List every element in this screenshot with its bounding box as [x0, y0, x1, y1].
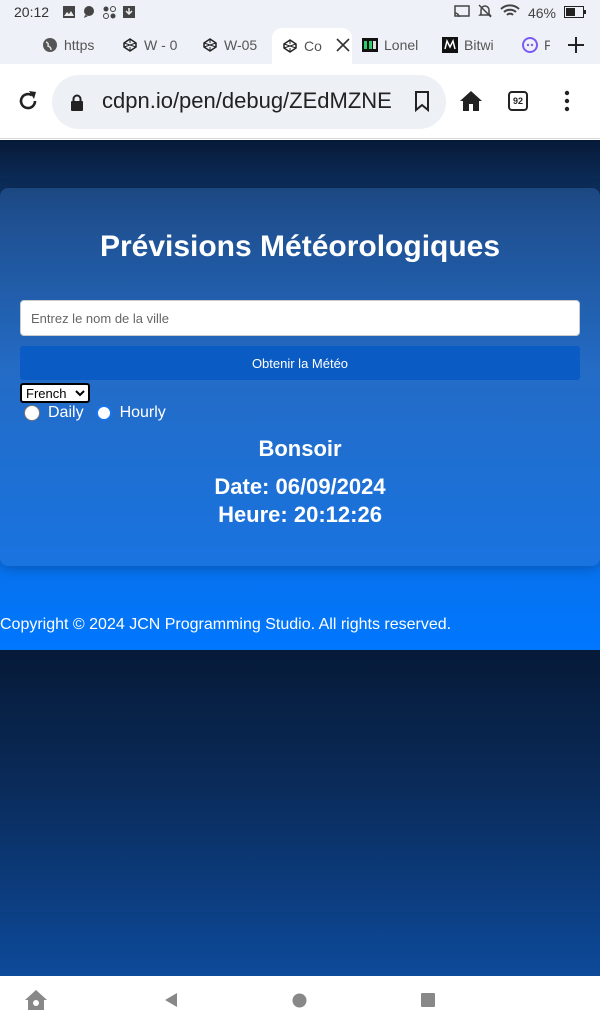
close-tab-icon[interactable]	[336, 38, 352, 54]
codepen-icon	[202, 37, 218, 53]
daily-radio[interactable]	[24, 405, 40, 421]
battery-icon	[564, 5, 586, 21]
tab-3[interactable]: W-05	[202, 30, 258, 60]
tab-label: Bitwi	[464, 37, 494, 53]
weather-card: Prévisions Météorologiques Obtenir la Mé…	[0, 188, 600, 566]
back-icon[interactable]	[163, 992, 179, 1013]
page-title: Prévisions Météorologiques	[99, 230, 501, 263]
hourly-radio[interactable]	[95, 405, 112, 421]
home-icon[interactable]	[459, 90, 483, 112]
tab-7[interactable]: F	[522, 30, 550, 60]
globe-icon	[42, 37, 58, 53]
system-status: 46%	[454, 4, 586, 21]
more-menu-icon[interactable]	[563, 90, 571, 112]
bookmark-icon[interactable]	[414, 90, 430, 113]
greeting-text: Bonsoir	[258, 436, 342, 461]
notion-icon	[362, 37, 378, 53]
wifi-icon	[500, 4, 520, 21]
tab-5[interactable]: Lonel	[362, 30, 418, 60]
address-bar[interactable]: cdpn.io/pen/debug/ZEdMZNE	[52, 75, 446, 129]
date-display: Date: 06/09/2024	[214, 474, 386, 499]
recents-icon[interactable]	[421, 993, 435, 1012]
tab-label: Lonel	[384, 37, 418, 53]
tab-active[interactable]: Co	[272, 28, 352, 64]
tab-switcher-button[interactable]: 92	[508, 91, 528, 111]
medium-icon	[442, 37, 458, 53]
cast-icon	[454, 4, 470, 21]
download-icon	[122, 5, 136, 19]
notification-icons	[62, 5, 136, 19]
tab-6[interactable]: Bitwi	[442, 30, 498, 60]
lock-icon	[70, 94, 84, 112]
tab-label: W-05	[224, 37, 258, 53]
tab-1[interactable]: https	[42, 30, 96, 60]
url-text: cdpn.io/pen/debug/ZEdMZNE	[102, 88, 392, 113]
status-bar: 20:12 46%	[0, 0, 600, 26]
home-button-icon[interactable]	[292, 993, 307, 1013]
language-select[interactable]: French	[20, 383, 90, 403]
codepen-icon	[282, 38, 298, 54]
image-icon	[62, 5, 76, 19]
page-background-lower	[0, 650, 600, 976]
daily-label: Daily	[48, 404, 84, 421]
tab-label: W - 0	[144, 37, 178, 53]
web-page: Prévisions Météorologiques Obtenir la Mé…	[0, 140, 600, 976]
status-time: 20:12	[14, 4, 50, 20]
chat-icon	[82, 5, 96, 19]
time-display: Heure: 20:12:26	[218, 502, 382, 527]
copilot-icon	[522, 37, 538, 53]
codepen-icon	[122, 37, 138, 53]
tab-2[interactable]: W - 0	[122, 30, 178, 60]
browser-toolbar: cdpn.io/pen/debug/ZEdMZNE 92	[0, 64, 600, 139]
tab-label: Co	[304, 38, 322, 54]
tab-strip: https W - 0 W-05 Co Lonel Bitwi F	[0, 26, 600, 64]
assistant-home-icon[interactable]	[24, 989, 48, 1016]
apps-icon	[102, 5, 116, 19]
mute-icon	[478, 4, 492, 21]
tab-label: https	[64, 37, 95, 53]
hourly-label: Hourly	[119, 404, 166, 421]
forecast-type-group: Daily Hourly	[24, 404, 178, 422]
city-input[interactable]	[20, 300, 580, 336]
new-tab-icon[interactable]	[566, 35, 586, 55]
tab-label: F	[544, 37, 550, 53]
battery-percent: 46%	[527, 4, 556, 21]
reload-icon[interactable]	[16, 89, 40, 113]
get-weather-button[interactable]: Obtenir la Météo	[20, 346, 580, 380]
copyright-footer: Copyright © 2024 JCN Programming Studio.…	[0, 616, 452, 633]
system-nav-bar	[0, 976, 600, 1024]
